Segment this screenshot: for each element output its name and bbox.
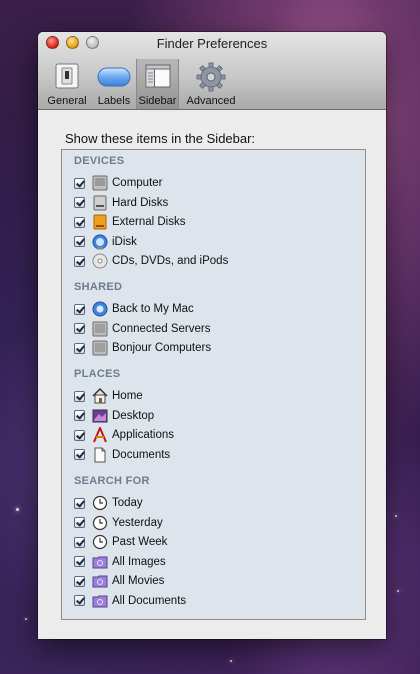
section-search-for-title: SEARCH FOR bbox=[74, 475, 150, 487]
checkbox[interactable] bbox=[74, 323, 85, 334]
list-item-label: All Documents bbox=[112, 594, 187, 607]
tab-labels-label: Labels bbox=[97, 95, 131, 107]
server-icon bbox=[92, 321, 108, 337]
list-item[interactable]: Bonjour Computers bbox=[74, 339, 211, 357]
desktop-star bbox=[395, 515, 397, 517]
general-switch-icon bbox=[53, 62, 81, 95]
desktop-star bbox=[397, 590, 399, 592]
list-item-label: External Disks bbox=[112, 216, 186, 228]
list-item-label: Applications bbox=[112, 429, 175, 441]
section-places-title: PLACES bbox=[74, 368, 121, 380]
list-item[interactable]: Home bbox=[74, 387, 143, 405]
checkbox[interactable] bbox=[74, 517, 85, 528]
sidebar-items-list: DEVICES Computer Hard Disks External Dis… bbox=[61, 149, 366, 620]
desktop-star bbox=[25, 618, 27, 620]
tab-labels[interactable]: Labels bbox=[93, 59, 135, 109]
tab-sidebar[interactable]: Sidebar bbox=[136, 59, 179, 109]
clock-icon bbox=[92, 495, 108, 511]
list-item[interactable]: CDs, DVDs, and iPods bbox=[74, 252, 228, 270]
list-item-label: iDisk bbox=[112, 235, 137, 248]
checkbox[interactable] bbox=[74, 429, 85, 441]
desktop-star bbox=[230, 660, 232, 662]
applications-icon bbox=[92, 427, 108, 443]
smart-folder-icon bbox=[92, 573, 108, 589]
section-shared-title: SHARED bbox=[74, 281, 123, 293]
list-item-label: Bonjour Computers bbox=[112, 342, 212, 354]
bonjour-computer-icon bbox=[92, 340, 108, 356]
checkbox[interactable] bbox=[74, 216, 85, 228]
list-item[interactable]: Computer bbox=[74, 174, 163, 192]
list-item[interactable]: Applications bbox=[74, 426, 174, 444]
checkbox[interactable] bbox=[74, 536, 85, 548]
tab-general[interactable]: General bbox=[43, 59, 91, 109]
checkbox[interactable] bbox=[74, 497, 85, 509]
window-toolbar: Finder Preferences General Labels Sideba… bbox=[38, 32, 386, 110]
checkbox[interactable] bbox=[74, 390, 85, 402]
checkbox[interactable] bbox=[74, 342, 85, 354]
list-item-label: All Images bbox=[112, 555, 166, 568]
external-disk-icon bbox=[92, 214, 108, 230]
list-item[interactable]: Back to My Mac bbox=[74, 300, 194, 318]
finder-preferences-window: Finder Preferences General Labels Sideba… bbox=[38, 32, 386, 639]
section-devices-title: DEVICES bbox=[74, 155, 125, 167]
labels-pill-icon bbox=[97, 67, 131, 92]
list-item-label: Back to My Mac bbox=[112, 303, 194, 315]
checkbox[interactable] bbox=[74, 449, 85, 460]
checkbox[interactable] bbox=[74, 595, 85, 606]
list-item[interactable]: Hard Disks bbox=[74, 194, 168, 212]
checkbox[interactable] bbox=[74, 236, 85, 247]
list-item-label: Yesterday bbox=[112, 516, 163, 529]
desktop-star bbox=[16, 508, 19, 511]
list-item-label: Computer bbox=[112, 177, 163, 189]
desktop-icon bbox=[92, 408, 108, 424]
cd-icon bbox=[92, 253, 108, 269]
list-item[interactable]: All Documents bbox=[74, 592, 186, 610]
checkbox[interactable] bbox=[74, 197, 85, 208]
preferences-content: Show these items in the Sidebar: DEVICES… bbox=[38, 110, 386, 639]
list-item-label: Today bbox=[112, 497, 143, 509]
checkbox[interactable] bbox=[74, 575, 85, 587]
checkbox[interactable] bbox=[74, 255, 85, 267]
list-item[interactable]: All Movies bbox=[74, 572, 164, 590]
checkbox[interactable] bbox=[74, 177, 85, 189]
list-item[interactable]: Today bbox=[74, 494, 143, 512]
home-icon bbox=[92, 388, 108, 404]
window-title: Finder Preferences bbox=[156, 36, 268, 51]
idisk-icon bbox=[92, 234, 108, 250]
tab-general-label: General bbox=[47, 95, 87, 107]
list-item[interactable]: Documents bbox=[74, 446, 170, 464]
list-item[interactable]: Past Week bbox=[74, 533, 167, 551]
clock-icon bbox=[92, 515, 108, 531]
list-item-label: Documents bbox=[112, 448, 171, 461]
list-item[interactable]: External Disks bbox=[74, 213, 186, 231]
tab-advanced-label: Advanced bbox=[186, 95, 236, 107]
checkbox[interactable] bbox=[74, 556, 85, 567]
list-item[interactable]: Desktop bbox=[74, 407, 154, 425]
list-item[interactable]: All Images bbox=[74, 553, 166, 571]
list-item-label: Hard Disks bbox=[112, 196, 169, 209]
sidebar-window-icon bbox=[144, 62, 172, 95]
list-item-label: CDs, DVDs, and iPods bbox=[112, 255, 229, 267]
smart-folder-icon bbox=[92, 554, 108, 570]
list-item[interactable]: iDisk bbox=[74, 233, 137, 251]
list-item-label: Past Week bbox=[112, 536, 168, 548]
hard-disk-icon bbox=[92, 195, 108, 211]
smart-folder-icon bbox=[92, 593, 108, 609]
sidebar-items-heading: Show these items in the Sidebar: bbox=[65, 131, 256, 146]
list-item-label: All Movies bbox=[112, 575, 165, 587]
list-item-label: Home bbox=[112, 390, 143, 402]
checkbox[interactable] bbox=[74, 410, 85, 421]
tab-sidebar-label: Sidebar bbox=[138, 95, 177, 107]
tab-advanced[interactable]: Advanced bbox=[181, 59, 241, 109]
computer-icon bbox=[92, 175, 108, 191]
documents-icon bbox=[92, 447, 108, 463]
list-item-label: Desktop bbox=[112, 409, 155, 422]
back-to-my-mac-icon bbox=[92, 301, 108, 317]
list-item[interactable]: Connected Servers bbox=[74, 320, 210, 338]
clock-icon bbox=[92, 534, 108, 550]
gear-icon bbox=[196, 62, 226, 97]
checkbox[interactable] bbox=[74, 303, 85, 315]
list-item[interactable]: Yesterday bbox=[74, 514, 163, 532]
list-item-label: Connected Servers bbox=[112, 322, 211, 335]
